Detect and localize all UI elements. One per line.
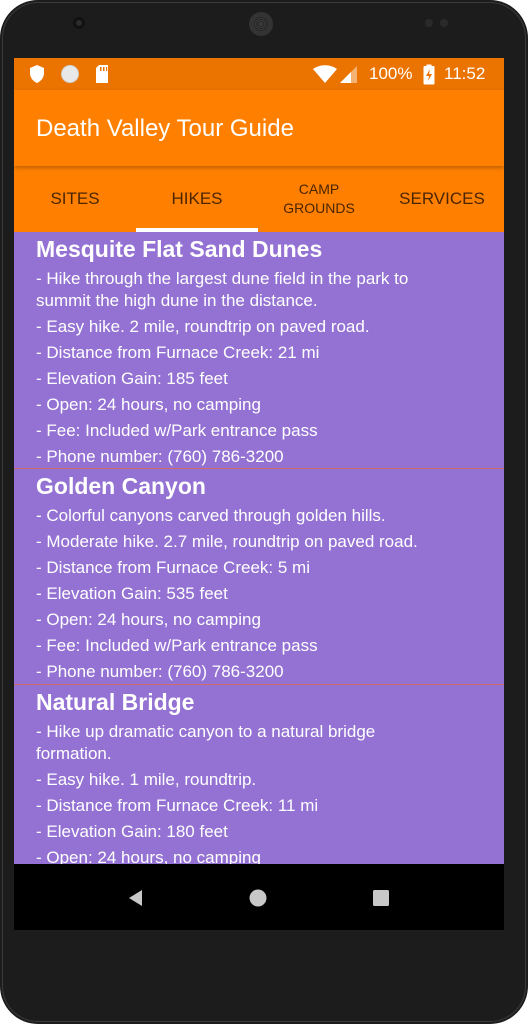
tab-sites-label: SITES (50, 189, 100, 208)
hike-title: Mesquite Flat Sand Dunes (36, 236, 323, 262)
hike-phone: - Phone number: (760) 786-3200 (36, 662, 284, 681)
list-item-hike[interactable]: Natural Bridge - Hike up dramatic canyon… (14, 685, 504, 864)
hike-description: - Hike up dramatic canyon to a natural b… (36, 722, 376, 741)
app-title: Death Valley Tour Guide (36, 115, 294, 142)
screen: 100% 11:52 Death Valley Tour Guide SITES… (14, 58, 504, 930)
tab-services-label: SERVICES (399, 189, 485, 208)
front-camera (73, 17, 85, 29)
recents-icon[interactable] (372, 889, 390, 907)
battery-percent: 100% (369, 64, 413, 83)
hike-difficulty: - Moderate hike. 2.7 mile, roundtrip on … (36, 532, 418, 551)
hike-elevation: - Elevation Gain: 185 feet (36, 369, 228, 388)
tab-hikes[interactable]: HIKES (136, 166, 258, 232)
tab-bar: SITES HIKES CAMP GROUNDS SERVICES (14, 166, 504, 232)
hike-difficulty: - Easy hike. 2 mile, roundtrip on paved … (36, 317, 370, 336)
hike-title: Golden Canyon (36, 473, 206, 499)
tab-campgrounds-label-line1: CAMP (298, 181, 340, 197)
hike-phone: - Phone number: (760) 786-3200 (36, 447, 284, 466)
hike-hours: - Open: 24 hours, no camping (36, 395, 261, 414)
home-icon[interactable] (248, 888, 268, 908)
battery-charging-icon (423, 64, 435, 85)
hike-description: summit the high dune in the distance. (36, 291, 318, 310)
sd-card-icon (96, 65, 108, 83)
hike-hours: - Open: 24 hours, no camping (36, 848, 261, 864)
phone-frame: 100% 11:52 Death Valley Tour Guide SITES… (0, 0, 528, 1024)
hike-distance: - Distance from Furnace Creek: 5 mi (36, 558, 310, 577)
tab-campgrounds-label: CAMP GROUNDS (274, 180, 364, 218)
list-item-hike[interactable]: Mesquite Flat Sand Dunes - Hike through … (14, 232, 504, 468)
light-sensor (440, 19, 448, 27)
hike-elevation: - Elevation Gain: 180 feet (36, 822, 228, 841)
hike-distance: - Distance from Furnace Creek: 11 mi (36, 796, 319, 815)
hike-fee: - Fee: Included w/Park entrance pass (36, 421, 318, 440)
hikes-list[interactable]: Mesquite Flat Sand Dunes - Hike through … (14, 232, 504, 864)
tab-hikes-label: HIKES (171, 189, 223, 208)
status-bar: 100% 11:52 (14, 58, 504, 90)
hike-description: - Colorful canyons carved through golden… (36, 506, 386, 525)
hike-distance: - Distance from Furnace Creek: 21 mi (36, 343, 320, 362)
shield-icon (30, 65, 44, 83)
hike-description: - Hike through the largest dune field in… (36, 269, 409, 288)
tab-services[interactable]: SERVICES (380, 166, 504, 232)
tab-campgrounds-label-line2: GROUNDS (283, 200, 355, 216)
sync-icon (61, 65, 79, 83)
hike-elevation: - Elevation Gain: 535 feet (36, 584, 228, 603)
clock: 11:52 (444, 64, 486, 83)
tab-campgrounds[interactable]: CAMP GROUNDS (258, 166, 380, 232)
hike-description: formation. (36, 744, 112, 763)
hike-fee: - Fee: Included w/Park entrance pass (36, 636, 318, 655)
earpiece-speaker (249, 12, 273, 36)
hike-title: Natural Bridge (36, 689, 195, 715)
app-bar: Death Valley Tour Guide (14, 90, 504, 166)
proximity-sensor (425, 19, 433, 27)
navigation-bar (14, 864, 504, 930)
hike-difficulty: - Easy hike. 1 mile, roundtrip. (36, 770, 257, 789)
list-item-hike[interactable]: Golden Canyon - Colorful canyons carved … (14, 469, 504, 684)
hike-hours: - Open: 24 hours, no camping (36, 610, 261, 629)
signal-icon (340, 66, 357, 83)
back-icon[interactable] (126, 888, 144, 908)
wifi-icon (313, 65, 337, 83)
tab-sites[interactable]: SITES (14, 166, 136, 232)
